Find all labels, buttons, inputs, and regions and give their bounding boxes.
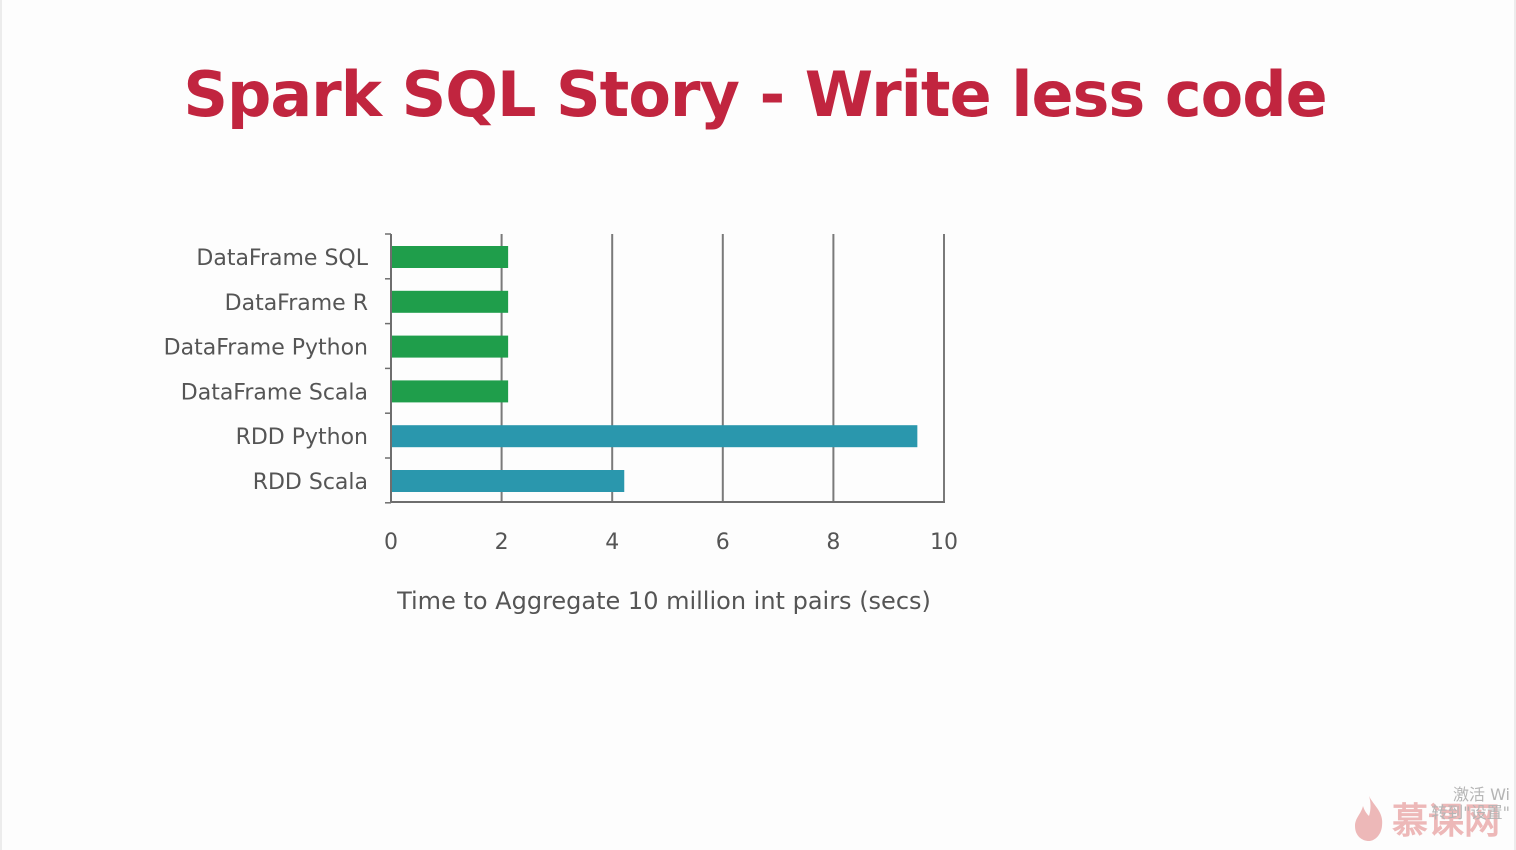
overlay-line-2: 转到"设置" [1431,803,1510,822]
grid-lines [500,234,945,502]
bar-chart: DataFrame SQL DataFrame R DataFrame Python… [164,233,958,615]
x-tick-label-0: 0 [384,530,398,555]
x-tick-label-2: 2 [495,530,509,555]
bar-dataframe-r [392,290,509,313]
bar-dataframe-scala [392,380,509,403]
axes [385,233,945,504]
slide: Spark SQL Story - Write less code DataFr… [0,0,1516,850]
category-label-dataframe-scala: DataFrame Scala [181,380,368,405]
bars [392,246,918,492]
category-label-dataframe-r: DataFrame R [225,291,368,316]
category-label-rdd-scala: RDD Scala [253,470,368,495]
bar-dataframe-python [392,335,509,358]
x-axis-title: Time to Aggregate 10 million int pairs (… [396,587,931,615]
x-tick-label-4: 4 [605,530,619,555]
category-label-dataframe-sql: DataFrame SQL [196,246,368,271]
flame-icon [1354,796,1383,841]
x-tick-label-10: 10 [930,530,958,555]
category-labels: DataFrame SQL DataFrame R DataFrame Python… [164,246,369,495]
category-label-rdd-python: RDD Python [236,425,368,450]
bar-rdd-scala [392,470,625,492]
tick-labels: 0 2 4 6 8 10 [384,530,958,555]
bar-rdd-python [392,425,918,448]
overlay-line-1: 激活 Wi [1452,785,1510,804]
system-activation-overlay: 激活 Wi 转到"设置" [1431,786,1510,822]
category-label-dataframe-python: DataFrame Python [164,336,368,361]
x-tick-label-8: 8 [826,530,840,555]
bar-dataframe-sql [392,246,509,268]
x-tick-label-6: 6 [716,530,730,555]
